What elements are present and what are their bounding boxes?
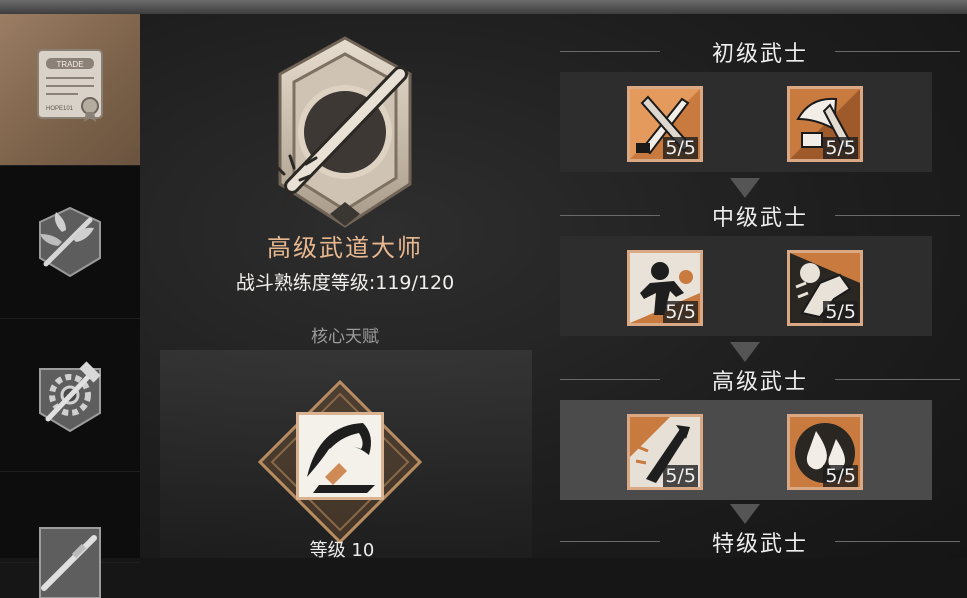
tier-divider bbox=[560, 379, 660, 380]
tier-divider bbox=[835, 215, 960, 216]
tier-divider bbox=[835, 379, 960, 380]
talent-count: 5/5 bbox=[823, 465, 858, 487]
tier-row-2 bbox=[560, 236, 932, 336]
tier-row-1 bbox=[560, 72, 932, 172]
svg-text:TRADE: TRADE bbox=[56, 60, 83, 69]
sidebar-tab-firearms[interactable] bbox=[0, 473, 140, 598]
core-talent-icon-frame[interactable] bbox=[296, 412, 384, 500]
tier-connector bbox=[730, 342, 760, 362]
talent-slot[interactable]: 5/5 bbox=[627, 86, 703, 162]
gear-hammer-icon bbox=[39, 361, 101, 433]
rifle-emblem-icon bbox=[39, 527, 101, 598]
category-sidebar: TRADE HOPE101 bbox=[0, 14, 140, 598]
talent-count: 5/5 bbox=[823, 301, 858, 323]
tier-divider bbox=[560, 215, 660, 216]
top-bar bbox=[0, 0, 967, 14]
plant-emblem-icon bbox=[39, 206, 101, 278]
talent-count: 5/5 bbox=[663, 465, 698, 487]
talent-count: 5/5 bbox=[663, 301, 698, 323]
talent-slot[interactable]: 5/5 bbox=[787, 414, 863, 490]
talent-count: 5/5 bbox=[663, 137, 698, 159]
tier-divider bbox=[560, 51, 660, 52]
mastery-level-text: 战斗熟练度等级:119/120 bbox=[235, 272, 455, 294]
talent-slot[interactable]: 5/5 bbox=[787, 250, 863, 326]
talent-slot[interactable]: 5/5 bbox=[627, 250, 703, 326]
spiked-bat-emblem-icon bbox=[274, 36, 412, 228]
tier-header-2: 中级武士 bbox=[560, 200, 960, 231]
talent-slot[interactable]: 5/5 bbox=[627, 414, 703, 490]
tier-name: 初级武士 bbox=[711, 42, 808, 67]
sidebar-tab-crafting[interactable] bbox=[0, 320, 140, 472]
mastery-title: 高级武道大师 bbox=[267, 234, 423, 262]
tier-header-1: 初级武士 bbox=[560, 36, 960, 67]
sidebar-tab-trade[interactable]: TRADE HOPE101 bbox=[0, 14, 140, 166]
talent-count: 5/5 bbox=[823, 137, 858, 159]
tier-row-3 bbox=[560, 400, 932, 500]
sweeping-blade-icon bbox=[299, 415, 381, 497]
tier-name: 高级武士 bbox=[711, 370, 808, 395]
tier-divider bbox=[835, 51, 960, 52]
tier-connector bbox=[730, 178, 760, 198]
tier-divider bbox=[560, 541, 660, 542]
svg-text:HOPE101: HOPE101 bbox=[46, 106, 74, 112]
tier-connector bbox=[730, 504, 760, 524]
tier-name: 特级武士 bbox=[711, 532, 808, 557]
core-talent-label: 核心天赋 bbox=[311, 327, 379, 347]
tier-header-4: 特级武士 bbox=[560, 526, 960, 557]
tier-name: 中级武士 bbox=[711, 206, 808, 231]
sidebar-tab-plant[interactable] bbox=[0, 167, 140, 319]
tier-header-3: 高级武士 bbox=[560, 364, 960, 395]
tier-divider bbox=[835, 541, 960, 542]
trade-certificate-icon: TRADE HOPE101 bbox=[37, 49, 103, 122]
talent-slot[interactable]: 5/5 bbox=[787, 86, 863, 162]
core-talent-level: 等级 10 bbox=[309, 540, 375, 561]
